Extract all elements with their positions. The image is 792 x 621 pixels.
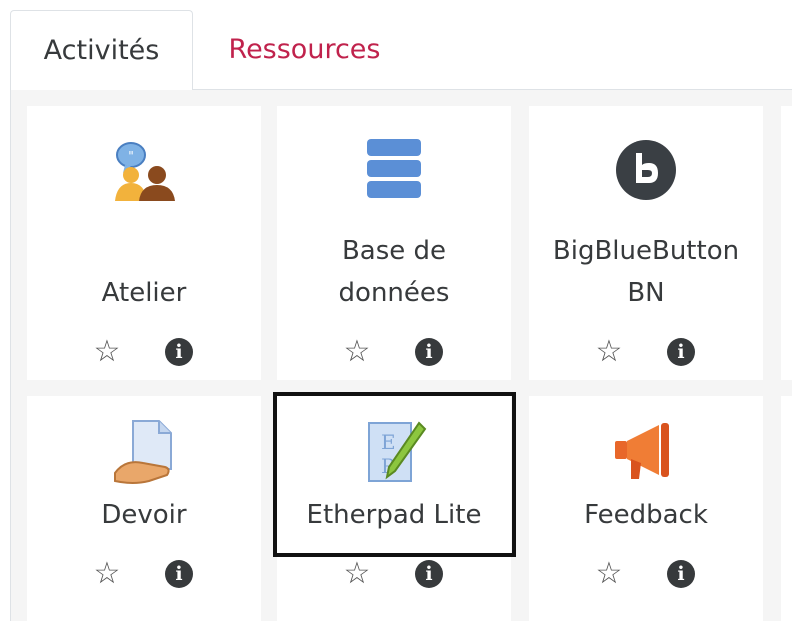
database-icon [277,134,511,206]
assignment-icon [27,416,261,488]
info-icon[interactable]: i [667,338,695,366]
module-name-line1: Base de [341,236,447,266]
module-name: Atelier [101,278,187,308]
module-actions: ☆ i [529,558,763,592]
module-card-partial [781,396,792,621]
module-actions: ☆ i [529,336,763,370]
module-card-feedback[interactable]: Feedback ☆ i [529,396,763,621]
module-card-database[interactable]: Base de données ☆ i [277,106,511,380]
svg-text:": " [128,149,134,163]
module-name: Feedback [584,500,708,530]
workshop-icon: " [27,134,261,206]
selection-highlight-box [273,392,516,557]
module-actions: ☆ i [277,558,511,592]
star-icon[interactable]: ☆ [341,558,373,590]
star-icon[interactable]: ☆ [593,558,625,590]
module-card-bigbluebutton[interactable]: BigBlueButton BN ☆ i [529,106,763,380]
module-card-partial [781,106,792,380]
module-name-line2: BN [627,278,665,308]
tab-activities[interactable]: Activités [10,10,193,90]
star-icon[interactable]: ☆ [593,336,625,368]
tab-resources[interactable]: Ressources [192,10,417,90]
module-tabs: Activités Ressources [0,0,792,90]
star-icon[interactable]: ☆ [341,336,373,368]
info-icon[interactable]: i [165,338,193,366]
module-name-line1: BigBlueButton [552,236,740,266]
module-name-line2: données [338,278,450,308]
module-name: Devoir [101,500,187,530]
info-icon[interactable]: i [667,560,695,588]
star-icon[interactable]: ☆ [91,336,123,368]
module-actions: ☆ i [27,558,261,592]
module-actions: ☆ i [277,336,511,370]
star-icon[interactable]: ☆ [91,558,123,590]
module-card-atelier[interactable]: " Atelier ☆ i [27,106,261,380]
bigbluebutton-icon [529,134,763,206]
feedback-icon [529,416,763,488]
info-icon[interactable]: i [415,338,443,366]
info-icon[interactable]: i [415,560,443,588]
module-card-devoir[interactable]: Devoir ☆ i [27,396,261,621]
module-actions: ☆ i [27,336,261,370]
info-icon[interactable]: i [165,560,193,588]
